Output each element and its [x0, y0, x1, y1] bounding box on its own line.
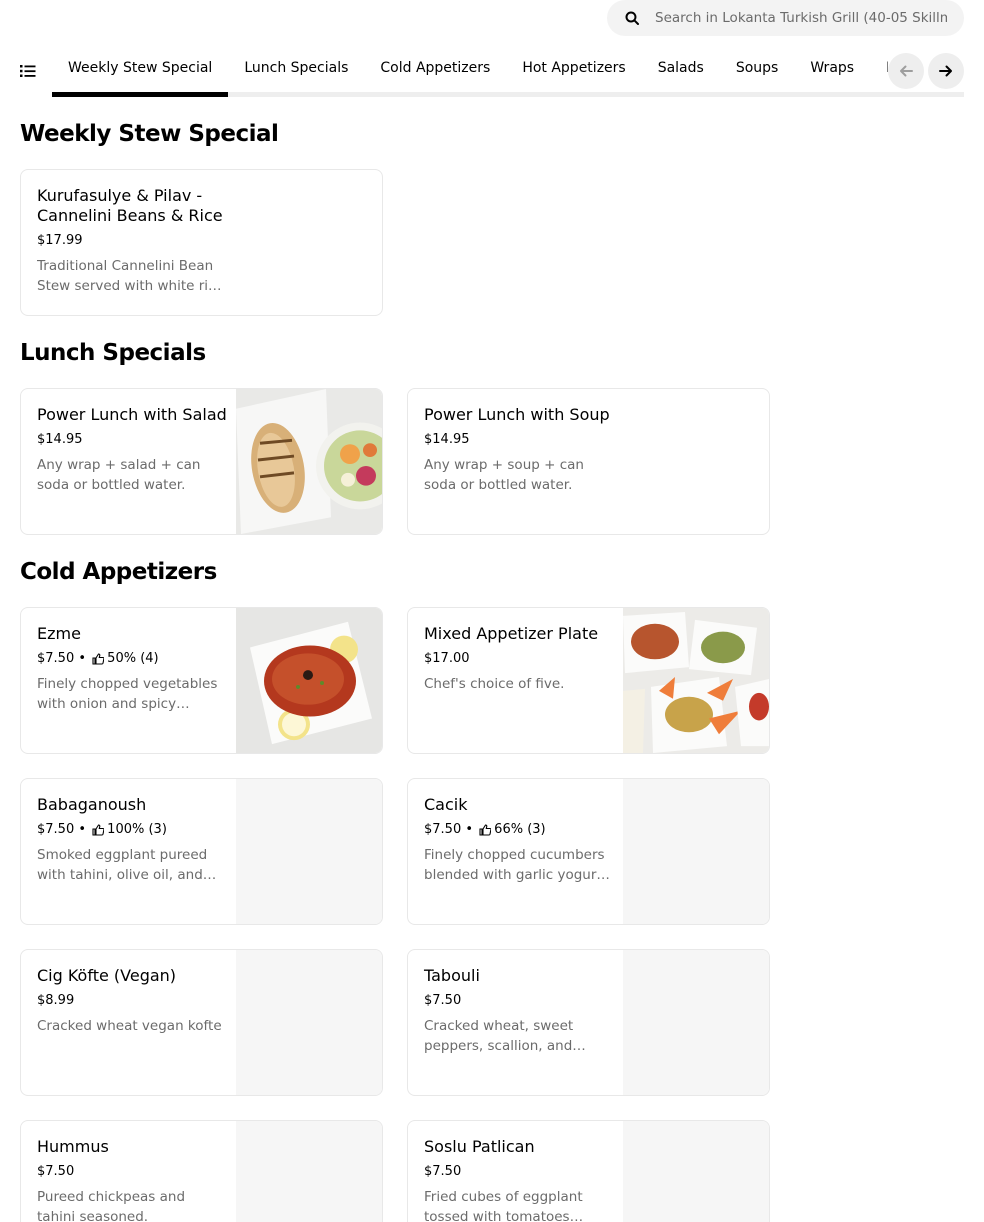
menu-item-card[interactable]: Power Lunch with Soup $14.95 Any wrap + …	[407, 388, 770, 535]
menu-item-photo	[236, 608, 382, 753]
menu-item-photo-placeholder	[236, 779, 382, 924]
menu-item-description: Cracked wheat, sweet peppers, scallion, …	[424, 1018, 574, 1054]
section-title-cold-appetizers: Cold Appetizers	[20, 559, 217, 585]
scroll-left-button[interactable]	[888, 53, 924, 89]
thumbs-up-icon	[92, 824, 105, 836]
section-title-lunch-specials: Lunch Specials	[20, 340, 206, 366]
menu-item-card[interactable]: Mixed Appetizer Plate $17.00 Chef's choi…	[407, 607, 770, 754]
arrow-left-icon	[900, 65, 913, 77]
menu-item-photo-placeholder	[623, 950, 769, 1095]
thumbs-up-icon	[479, 824, 492, 836]
menu-item-rating: 50% (4)	[107, 651, 159, 666]
menu-item-rating: 100% (3)	[107, 822, 167, 837]
menu-item-text: Cacik $7.50 • 66% (3) Finely chopped cuc…	[424, 795, 614, 885]
menu-item-text: Cig Köfte (Vegan) $8.99 Cracked wheat ve…	[37, 966, 227, 1036]
search-icon	[625, 11, 639, 25]
menu-item-name: Ezme	[37, 624, 81, 643]
menu-item-price: $8.99	[37, 993, 75, 1008]
menu-item-photo	[623, 608, 769, 753]
menu-item-name: Power Lunch with Soup	[424, 405, 610, 424]
menu-item-description: Smoked eggplant pureed with tahini, oliv…	[37, 847, 208, 883]
menu-item-name: Mixed Appetizer Plate	[424, 624, 599, 643]
scroll-right-button[interactable]	[928, 53, 964, 89]
menu-item-name: Cig Köfte (Vegan)	[37, 966, 177, 985]
menu-item-name: Hummus	[37, 1137, 109, 1156]
menu-item-photo	[236, 389, 382, 534]
menu-item-text: Soslu Patlican $7.50 Fried cubes of eggp…	[424, 1137, 614, 1222]
menu-item-card[interactable]: Soslu Patlican $7.50 Fried cubes of eggp…	[407, 1120, 770, 1222]
tab-entrees[interactable]: Entrees	[870, 44, 888, 92]
menu-item-description: Pureed chickpeas and tahini seasoned.	[37, 1189, 186, 1222]
menu-item-photo-placeholder	[623, 779, 769, 924]
search-bar[interactable]	[607, 0, 964, 36]
menu-item-price: $7.50	[37, 1164, 75, 1179]
tab-wraps[interactable]: Wraps	[794, 44, 870, 92]
menu-item-photo-placeholder	[236, 950, 382, 1095]
menu-item-photo-placeholder	[623, 1121, 769, 1222]
menu-item-card[interactable]: Tabouli $7.50 Cracked wheat, sweet peppe…	[407, 949, 770, 1096]
menu-item-price: $7.50 • 50% (4)	[37, 651, 159, 666]
menu-item-text: Tabouli $7.50 Cracked wheat, sweet peppe…	[424, 966, 614, 1056]
menu-item-name: Soslu Patlican	[424, 1137, 535, 1156]
tab-hot-appetizers[interactable]: Hot Appetizers	[506, 44, 641, 92]
tab-cold-appetizers[interactable]: Cold Appetizers	[364, 44, 506, 92]
menu-item-card[interactable]: Cig Köfte (Vegan) $8.99 Cracked wheat ve…	[20, 949, 383, 1096]
menu-item-description: Traditional Cannelini Bean Stew served w…	[37, 258, 224, 294]
arrow-right-icon	[939, 65, 952, 77]
menu-item-price: $17.99	[37, 233, 83, 248]
menu-item-name: Kurufasulye & Pilav - Cannelini Beans & …	[37, 186, 223, 225]
menu-item-price: $7.50 • 100% (3)	[37, 822, 167, 837]
menu-item-text: Kurufasulye & Pilav - Cannelini Beans & …	[37, 186, 227, 296]
menu-item-price: $17.00	[424, 651, 470, 666]
menu-item-price: $14.95	[424, 432, 470, 447]
menu-item-name: Babaganoush	[37, 795, 147, 814]
menu-item-text: Babaganoush $7.50 • 100% (3) Smoked eggp…	[37, 795, 227, 885]
category-nav: Weekly Stew Special Lunch Specials Cold …	[0, 44, 964, 97]
thumbs-up-icon	[92, 653, 105, 665]
menu-item-text: Ezme $7.50 • 50% (4) Finely chopped vege…	[37, 624, 227, 714]
menu-item-description: Chef's choice of five.	[424, 676, 565, 692]
menu-item-text: Power Lunch with Salad $14.95 Any wrap +…	[37, 405, 227, 495]
menu-item-card[interactable]: Hummus $7.50 Pureed chickpeas and tahini…	[20, 1120, 383, 1222]
tabs-viewport: Weekly Stew Special Lunch Specials Cold …	[52, 44, 888, 97]
menu-item-card[interactable]: Ezme $7.50 • 50% (4) Finely chopped vege…	[20, 607, 383, 754]
menu-item-card[interactable]: Cacik $7.50 • 66% (3) Finely chopped cuc…	[407, 778, 770, 925]
section-title-weekly-stew-special: Weekly Stew Special	[20, 121, 279, 147]
menu-item-name: Power Lunch with Salad	[37, 405, 227, 424]
menu-item-text: Power Lunch with Soup $14.95 Any wrap + …	[424, 405, 614, 495]
menu-item-name: Tabouli	[424, 966, 480, 985]
menu-item-price: $7.50	[424, 1164, 462, 1179]
search-input[interactable]	[655, 10, 947, 26]
menu-item-description: Cracked wheat vegan kofte	[37, 1018, 222, 1034]
menu-item-text: Hummus $7.50 Pureed chickpeas and tahini…	[37, 1137, 227, 1222]
tab-salads[interactable]: Salads	[642, 44, 720, 92]
menu-item-card[interactable]: Power Lunch with Salad $14.95 Any wrap +…	[20, 388, 383, 535]
menu-item-description: Any wrap + salad + can soda or bottled w…	[37, 457, 201, 493]
menu-item-name: Cacik	[424, 795, 468, 814]
menu-item-photo-placeholder	[236, 1121, 382, 1222]
menu-item-price: $7.50	[424, 993, 462, 1008]
menu-item-price: $14.95	[37, 432, 83, 447]
menu-item-description: Any wrap + soup + can soda or bottled wa…	[424, 457, 584, 493]
tab-lunch-specials[interactable]: Lunch Specials	[228, 44, 364, 92]
menu-item-description: Fried cubes of eggplant tossed with toma…	[424, 1189, 583, 1222]
tab-weekly-stew-special[interactable]: Weekly Stew Special	[52, 44, 229, 97]
tab-soups[interactable]: Soups	[720, 44, 795, 92]
menu-item-text: Mixed Appetizer Plate $17.00 Chef's choi…	[424, 624, 614, 694]
tabs-list: Weekly Stew Special Lunch Specials Cold …	[52, 44, 888, 97]
menu-item-card[interactable]: Kurufasulye & Pilav - Cannelini Beans & …	[20, 169, 383, 316]
menu-item-rating: 66% (3)	[494, 822, 546, 837]
menu-item-description: Finely chopped vegetables with onion and…	[37, 676, 218, 712]
menu-item-price: $7.50 • 66% (3)	[424, 822, 546, 837]
menu-item-description: Finely chopped cucumbers blended with ga…	[424, 847, 605, 883]
list-icon[interactable]	[20, 64, 36, 78]
menu-item-card[interactable]: Babaganoush $7.50 • 100% (3) Smoked eggp…	[20, 778, 383, 925]
